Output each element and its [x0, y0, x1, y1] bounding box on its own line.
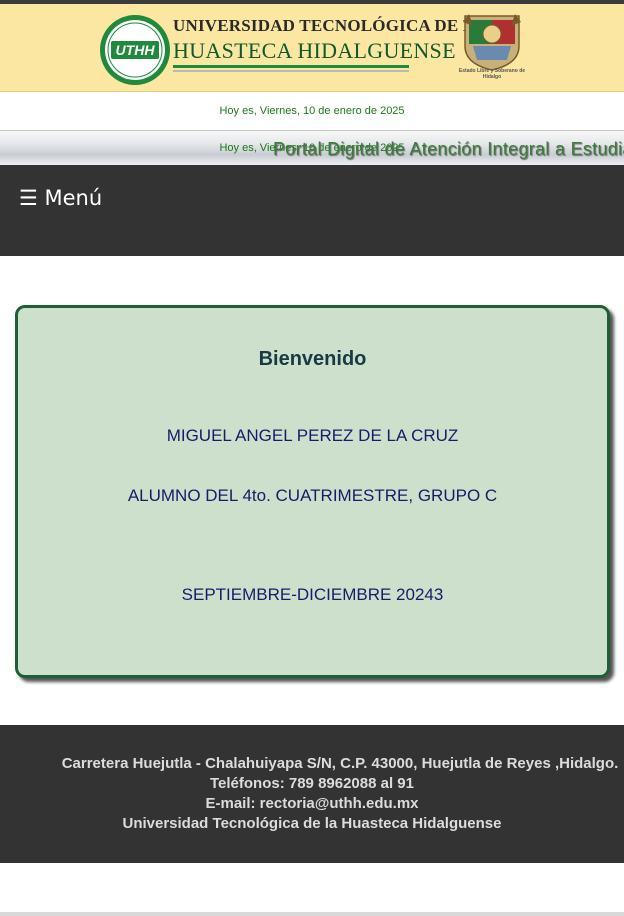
menu-button[interactable]: ☰ Menú — [19, 186, 102, 210]
uthh-logo-icon[interactable]: UTHH — [99, 14, 171, 86]
portal-title-marquee: Portal Digital de Atención Integral a Es… — [273, 139, 624, 159]
university-name-line1: UNIVERSIDAD TECNOLÓGICA DE LA — [173, 16, 487, 35]
bottom-strip — [0, 912, 624, 916]
site-header: UTHH UNIVERSIDAD TECNOLÓGICA DE LA HUAST… — [0, 4, 624, 92]
welcome-card: Bienvenido MIGUEL ANGEL PEREZ DE LA CRUZ… — [15, 305, 610, 678]
footer-phones: Teléfonos: 789 8962088 al 91 — [209, 775, 414, 792]
university-name-line2: HUASTECA HIDALGUENSE — [173, 38, 456, 63]
welcome-title: Bienvenido — [258, 348, 367, 370]
current-date-text: Hoy es, Viernes, 10 de enero de 2025 — [219, 105, 405, 117]
academic-period: SEPTIEMBRE-DICIEMBRE 20243 — [181, 585, 444, 604]
svg-text:UTHH: UTHH — [116, 42, 156, 58]
footer-email: E-mail: rectoria@uthh.edu.mx — [205, 795, 419, 812]
date-bar: Hoy es, Viernes, 10 de enero de 2025 — [0, 92, 624, 130]
header-green-rule — [173, 65, 409, 68]
student-name: MIGUEL ANGEL PEREZ DE LA CRUZ — [166, 426, 459, 445]
site-footer: Carretera Huejutla - Chalahuiyapa S/N, C… — [0, 725, 624, 863]
portal-banner: Hoy es, Viernes, 10 de enero de 2025 Por… — [0, 130, 624, 165]
navbar: ☰ Menú — [0, 165, 624, 256]
footer-institution: Universidad Tecnológica de la Huasteca H… — [122, 815, 502, 832]
footer-address: Carretera Huejutla - Chalahuiyapa S/N, C… — [61, 755, 619, 772]
crest-caption: Estado Libre y Soberano de Hidalgo — [458, 68, 526, 80]
student-level: ALUMNO DEL 4to. CUATRIMESTRE, GRUPO C — [127, 486, 498, 505]
header-grey-rule — [173, 70, 409, 72]
